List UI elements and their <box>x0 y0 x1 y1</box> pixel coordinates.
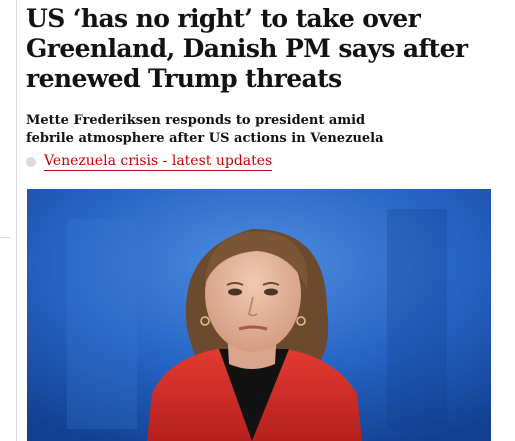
photo-illustration <box>27 189 491 441</box>
bullet-icon <box>26 157 36 167</box>
related-link[interactable]: Venezuela crisis - latest updates <box>44 153 273 171</box>
article-photo[interactable] <box>27 189 491 441</box>
standfirst: Mette Frederiksen responds to president … <box>26 113 384 146</box>
left-divider <box>16 0 17 441</box>
left-divider-tick <box>0 237 10 238</box>
article: US ‘has no right’ to take over Greenland… <box>26 0 496 172</box>
headline[interactable]: US ‘has no right’ to take over Greenland… <box>26 4 496 94</box>
related-link-row: Venezuela crisis - latest updates <box>26 152 496 172</box>
